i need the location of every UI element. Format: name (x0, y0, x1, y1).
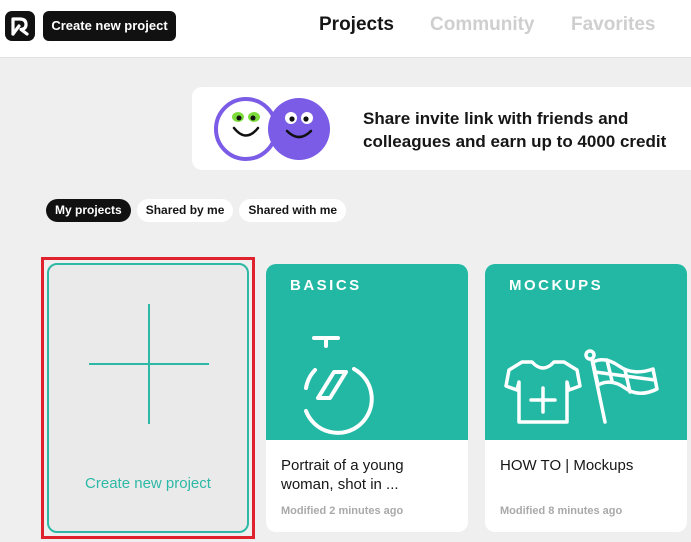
project-filter-chips: My projects Shared by me Shared with me (46, 199, 347, 222)
tshirt-flag-icon (504, 349, 659, 424)
project-thumbnail: MOCKUPS (485, 264, 687, 440)
project-thumbnail: BASICS (266, 264, 468, 440)
project-card[interactable]: MOCKUPS HOW TO | Mockups Modified 8 minu… (485, 264, 687, 532)
chip-shared-by-me[interactable]: Shared by me (136, 199, 234, 222)
chip-my-projects[interactable]: My projects (46, 199, 131, 222)
project-modified: Modified 8 minutes ago (500, 505, 623, 517)
tab-projects[interactable]: Projects (319, 14, 394, 36)
chip-shared-with-me[interactable]: Shared with me (239, 199, 347, 222)
plus-icon (89, 304, 209, 424)
tab-community[interactable]: Community (430, 14, 535, 36)
create-new-project-label: Create new project (85, 475, 211, 492)
smiley-faces-icon (214, 97, 330, 161)
create-new-project-card[interactable]: Create new project (47, 263, 249, 533)
stopwatch-icon (304, 336, 374, 435)
tab-favorites[interactable]: Favorites (571, 14, 655, 36)
project-card[interactable]: BASICS Portrait of a young woman, shot i… (266, 264, 468, 532)
project-title: HOW TO | Mockups (500, 457, 634, 474)
banner-text: Share invite link with friends and colle… (363, 107, 666, 153)
project-title: Portrait of a young woman, shot in ... (281, 457, 404, 493)
invite-banner[interactable]: Share invite link with friends and colle… (192, 87, 691, 170)
top-bar: Create new project Projects Community Fa… (0, 0, 691, 58)
project-modified: Modified 2 minutes ago (281, 505, 404, 517)
banner-line-2: colleagues and earn up to 4000 credit (363, 132, 667, 151)
brand-logo-icon[interactable] (5, 11, 35, 41)
create-new-project-button[interactable]: Create new project (43, 11, 176, 41)
banner-line-1: Share invite link with friends and (363, 109, 629, 128)
